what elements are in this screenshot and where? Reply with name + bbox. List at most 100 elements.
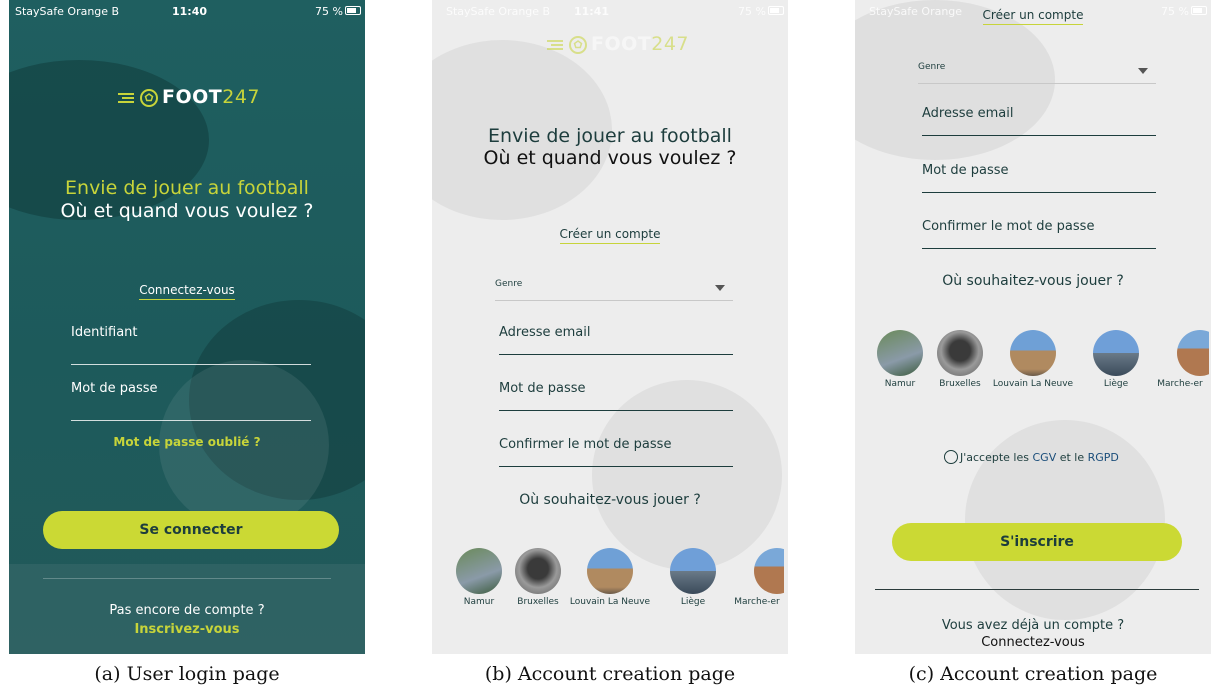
marche-photo (754, 548, 784, 594)
genre-select[interactable]: Genre (495, 279, 733, 301)
marche-photo (1177, 330, 1209, 376)
identifiant-field[interactable]: Identifiant (71, 325, 311, 365)
carrier-label: StaySafe Orange B (15, 5, 120, 18)
terms-mid: et le (1056, 451, 1088, 464)
confirm-password-placeholder: Confirmer le mot de passe (499, 437, 672, 452)
bruxelles-photo (937, 330, 983, 376)
city-label: Marche-er (734, 597, 780, 607)
liege-photo (1093, 330, 1139, 376)
city-item-namur[interactable]: Namur (875, 330, 925, 389)
login-screen: StaySafe Orange B 11:40 75 % FOOT247 Env… (9, 0, 365, 654)
city-item-bruxelles[interactable]: Bruxelles (935, 330, 985, 389)
city-item-louvain[interactable]: Louvain La Neuve (566, 548, 654, 607)
connect-heading-link[interactable]: Connectez-vous (9, 283, 365, 300)
forgot-password-link[interactable]: Mot de passe oublié ? (9, 435, 365, 449)
genre-label: Genre (918, 62, 946, 72)
genre-select[interactable]: Genre (918, 62, 1156, 84)
where-to-play-label: Où souhaitez-vous jouer ? (942, 273, 1124, 289)
chevron-down-icon (715, 285, 725, 291)
battery-percent: 75 % (738, 5, 766, 18)
tagline-secondary: Où et quand vous voulez ? (60, 200, 314, 222)
logo-number: 247 (651, 33, 690, 55)
city-item-namur[interactable]: Namur (454, 548, 504, 607)
city-label: Marche-er (1157, 379, 1203, 389)
city-item-louvain[interactable]: Louvain La Neuve (989, 330, 1077, 389)
identifiant-placeholder: Identifiant (71, 325, 138, 340)
battery-icon (768, 6, 784, 15)
logo-word: FOOT (162, 86, 223, 108)
city-item-liege[interactable]: Liège (1091, 330, 1141, 389)
create-account-heading-link[interactable]: Créer un compte (855, 8, 1211, 25)
have-account-label: Vous avez déjà un compte ? (941, 618, 1125, 633)
password-placeholder: Mot de passe (71, 381, 158, 396)
password-field[interactable]: Mot de passe (922, 163, 1156, 193)
signup-button[interactable]: S'inscrire (892, 523, 1182, 561)
create-account-heading-label: Créer un compte (982, 8, 1084, 25)
status-bar: StaySafe Orange B 11:41 75 % (432, 0, 788, 22)
create-account-screen: StaySafe Orange B 11:41 75 % FOOT247 Env… (432, 0, 788, 654)
status-bar: StaySafe Orange B 11:40 75 % (9, 0, 365, 22)
speed-lines-icon (118, 92, 134, 103)
terms-radio[interactable] (944, 450, 958, 464)
password-field[interactable]: Mot de passe (499, 381, 733, 411)
carrier-label: StaySafe Orange B (446, 5, 551, 18)
tagline-primary: Envie de jouer au football (65, 177, 309, 199)
email-field[interactable]: Adresse email (922, 106, 1156, 136)
louvain-photo (587, 548, 633, 594)
password-field[interactable]: Mot de passe (71, 381, 311, 421)
confirm-password-placeholder: Confirmer le mot de passe (922, 219, 1095, 234)
field-underline (495, 300, 733, 301)
field-underline (499, 466, 733, 467)
city-label: Namur (884, 379, 916, 389)
create-account-heading-label: Créer un compte (559, 227, 661, 244)
connect-heading-label: Connectez-vous (139, 283, 235, 300)
field-underline (71, 364, 311, 365)
city-item-marche[interactable]: Marche-er (730, 548, 784, 607)
background-ball-shape (965, 420, 1165, 620)
field-underline (922, 192, 1156, 193)
namur-photo (877, 330, 923, 376)
field-underline (922, 248, 1156, 249)
city-label: Louvain La Neuve (992, 379, 1074, 389)
tagline-primary: Envie de jouer au football (488, 125, 732, 147)
city-label: Louvain La Neuve (569, 597, 651, 607)
login-button[interactable]: Se connecter (43, 511, 339, 549)
confirm-password-field[interactable]: Confirmer le mot de passe (499, 437, 733, 467)
connect-link[interactable]: Connectez-vous (855, 635, 1211, 650)
genre-label: Genre (495, 279, 523, 289)
divider (43, 578, 331, 579)
email-placeholder: Adresse email (922, 106, 1014, 121)
louvain-photo (1010, 330, 1056, 376)
clock: 11:40 (172, 5, 208, 18)
rgpd-link[interactable]: RGPD (1088, 451, 1119, 464)
city-label: Bruxelles (517, 597, 559, 607)
clock: 11:41 (574, 5, 610, 18)
email-placeholder: Adresse email (499, 325, 591, 340)
signup-link[interactable]: Inscrivez-vous (9, 622, 365, 637)
logo-number: 247 (222, 86, 261, 108)
field-underline (922, 135, 1156, 136)
caption-b: (b) Account creation page (484, 663, 736, 685)
foot247-logo: FOOT247 (116, 86, 260, 108)
logo-word: FOOT (591, 33, 652, 55)
city-label: Bruxelles (939, 379, 981, 389)
field-underline (71, 420, 311, 421)
caption-c: (c) Account creation page (908, 663, 1158, 685)
namur-photo (456, 548, 502, 594)
city-item-liege[interactable]: Liège (668, 548, 718, 607)
field-underline (499, 410, 733, 411)
divider (875, 589, 1199, 590)
create-account-heading-link[interactable]: Créer un compte (432, 227, 788, 244)
foot247-logo: FOOT247 (545, 33, 689, 55)
confirm-password-field[interactable]: Confirmer le mot de passe (922, 219, 1156, 249)
cgv-link[interactable]: CGV (1032, 451, 1056, 464)
city-item-marche[interactable]: Marche-er (1151, 330, 1209, 389)
football-icon (140, 88, 158, 107)
city-label: Namur (463, 597, 495, 607)
football-icon (569, 35, 587, 54)
battery-percent: 75 % (315, 5, 343, 18)
create-account-scrolled-screen: StaySafe Orange 75 % Créer un compte Gen… (855, 0, 1211, 654)
city-item-bruxelles[interactable]: Bruxelles (513, 548, 563, 607)
email-field[interactable]: Adresse email (499, 325, 733, 355)
field-underline (918, 83, 1156, 84)
